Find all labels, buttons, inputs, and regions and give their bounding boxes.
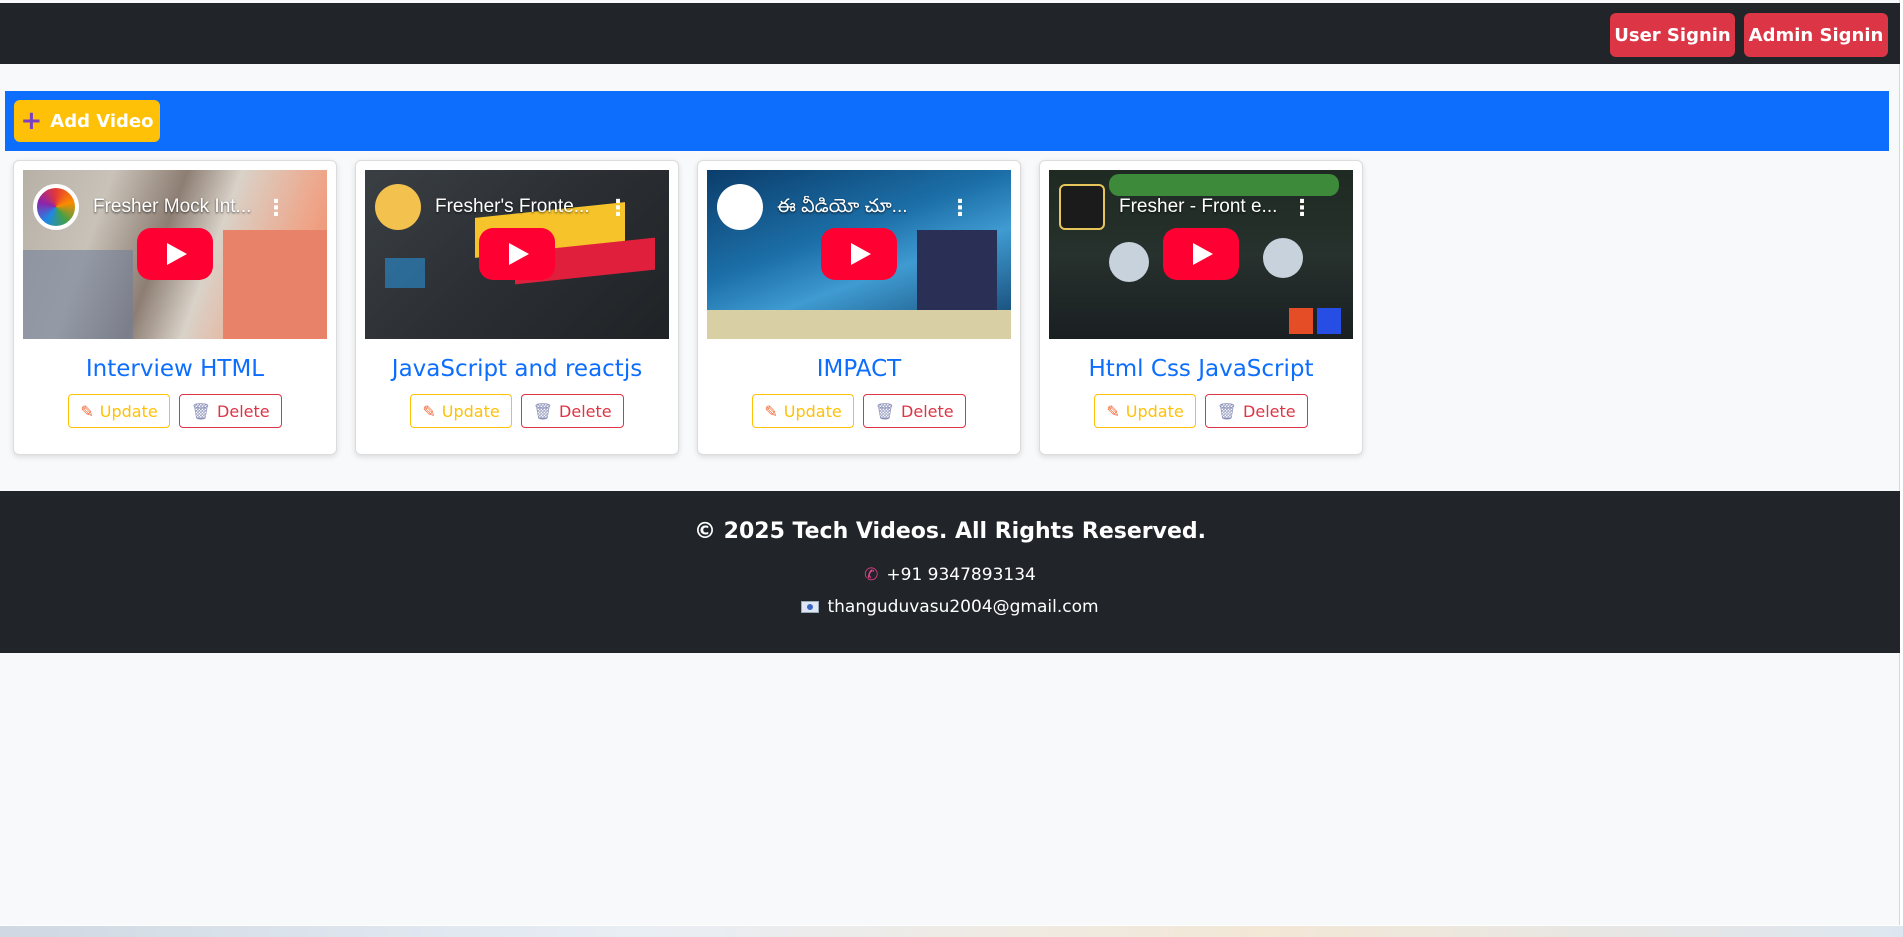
video-embed[interactable]: Fresher - Front e... ⋮ [1049,170,1353,339]
more-vert-icon[interactable]: ⋮ [1291,198,1313,220]
update-label: Update [99,401,158,421]
add-video-button[interactable]: + Add Video [14,100,160,142]
video-card: Fresher's Fronte... ⋮ JavaScript and rea… [355,160,679,455]
phone-number[interactable]: +91 9347893134 [886,565,1035,585]
embed-title: Fresher Mock Int... [93,196,252,217]
pencil-icon: ✎ [1106,401,1120,421]
play-icon[interactable] [821,228,897,280]
play-icon[interactable] [479,228,555,280]
channel-logo-icon [33,184,79,230]
footer: © 2025 Tech Videos. All Rights Reserved.… [0,491,1900,653]
plus-icon: + [20,106,43,136]
card-actions: ✎ Update 🗑 Delete [1040,394,1362,428]
video-embed[interactable]: Fresher Mock Int... ⋮ [23,170,327,339]
user-signin-button[interactable]: User Signin [1610,13,1735,57]
admin-signin-button[interactable]: Admin Signin [1744,13,1888,57]
card-actions: ✎ Update 🗑 Delete [698,394,1020,428]
page: User Signin Admin Signin + Add Video Fre… [0,0,1900,925]
card-actions: ✎ Update 🗑 Delete [356,394,678,428]
email-address[interactable]: thanguduvasu2004@gmail.com [827,597,1098,617]
delete-label: Delete [901,401,954,421]
pencil-icon: ✎ [80,401,94,421]
trash-icon: 🗑 [874,401,896,421]
trash-icon: 🗑 [190,401,212,421]
delete-button[interactable]: 🗑 Delete [1204,394,1308,428]
video-title: Html Css JavaScript [1088,356,1314,382]
delete-label: Delete [559,401,612,421]
copyright-text: © 2025 Tech Videos. All Rights Reserved. [693,519,1206,544]
channel-logo-icon [375,184,421,230]
video-title: IMPACT [816,356,902,382]
delete-button[interactable]: 🗑 Delete [862,394,966,428]
toolbar-bar: + Add Video [5,91,1889,151]
delete-label: Delete [1243,401,1296,421]
video-card: Fresher Mock Int... ⋮ Interview HTML ✎ U… [13,160,337,455]
pencil-icon: ✎ [764,401,778,421]
update-button[interactable]: ✎ Update [68,394,170,428]
trash-icon: 🗑 [1216,401,1238,421]
more-vert-icon[interactable]: ⋮ [607,198,629,220]
update-button[interactable]: ✎ Update [1094,394,1196,428]
more-vert-icon[interactable]: ⋮ [949,198,971,220]
update-label: Update [441,401,500,421]
email-icon [801,601,820,613]
phone-line: ✆ +91 9347893134 [0,565,1900,585]
video-embed[interactable]: Fresher's Fronte... ⋮ [365,170,669,339]
embed-title: ఈ వీడియో చూ... [777,196,908,217]
card-actions: ✎ Update 🗑 Delete [14,394,336,428]
email-line: thanguduvasu2004@gmail.com [0,597,1900,617]
delete-button[interactable]: 🗑 Delete [520,394,624,428]
update-button[interactable]: ✎ Update [410,394,512,428]
channel-logo-icon [717,184,763,230]
phone-icon: ✆ [864,565,879,585]
pencil-icon: ✎ [422,401,436,421]
video-title: Interview HTML [85,356,265,382]
play-icon[interactable] [1163,228,1239,280]
taskbar-edge [0,926,1903,937]
play-icon[interactable] [137,228,213,280]
delete-label: Delete [217,401,270,421]
video-embed[interactable]: ఈ వీడియో చూ... ⋮ [707,170,1011,339]
add-video-label: Add Video [50,110,154,132]
update-label: Update [1125,401,1184,421]
channel-logo-icon [1059,184,1105,230]
top-navbar: User Signin Admin Signin [0,3,1900,64]
embed-title: Fresher's Fronte... [435,196,590,217]
delete-button[interactable]: 🗑 Delete [178,394,282,428]
video-title: JavaScript and reactjs [391,356,643,382]
embed-title: Fresher - Front e... [1119,196,1278,217]
video-card: Fresher - Front e... ⋮ Html Css JavaScri… [1039,160,1363,455]
trash-icon: 🗑 [532,401,554,421]
update-button[interactable]: ✎ Update [752,394,854,428]
video-card: ఈ వీడియో చూ... ⋮ IMPACT ✎ Update 🗑 Delet… [697,160,1021,455]
update-label: Update [783,401,842,421]
more-vert-icon[interactable]: ⋮ [265,198,287,220]
